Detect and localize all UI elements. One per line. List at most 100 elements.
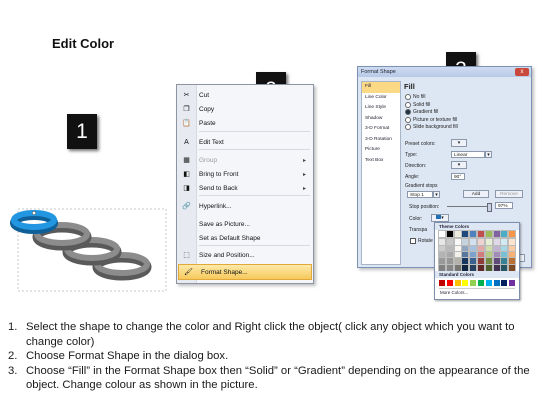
theme-color-swatch[interactable] [438,250,446,259]
slider-thumb[interactable] [487,203,492,212]
direction-button[interactable]: ▾ [451,161,467,169]
nav-item-line-color[interactable]: Line Color [362,93,400,104]
theme-color-swatch[interactable] [445,250,454,259]
theme-color-swatch[interactable] [492,230,501,238]
nav-item-line-style[interactable]: Line Style [362,103,400,114]
theme-color-swatch[interactable] [508,230,517,238]
theme-color-swatch[interactable] [453,250,462,259]
theme-color-swatch[interactable] [453,263,462,272]
radio-button[interactable] [405,116,411,123]
theme-color-swatch[interactable] [445,238,454,247]
theme-color-swatch[interactable] [484,263,493,272]
theme-color-swatch[interactable] [500,230,509,238]
theme-color-swatch[interactable] [477,263,485,272]
theme-color-swatch[interactable] [453,244,462,253]
selection-handle[interactable] [31,210,37,216]
rotate-checkbox[interactable] [410,238,416,244]
theme-color-swatch[interactable] [508,244,517,253]
remove-stop-button[interactable]: Remove [495,190,523,198]
theme-color-swatch[interactable] [438,263,446,272]
theme-color-swatch[interactable] [461,257,470,266]
nav-item-text-box[interactable]: Text Box [362,156,400,167]
rotate-checkbox-row[interactable]: Rotate [410,238,433,244]
theme-color-swatch[interactable] [453,257,462,266]
theme-color-swatch[interactable] [477,230,485,238]
standard-color-swatch[interactable] [439,280,445,286]
radio-button[interactable] [405,94,411,100]
radio-button[interactable] [405,124,411,130]
stop-chevron-icon[interactable]: ▾ [433,191,440,198]
theme-color-swatch[interactable] [461,230,470,238]
stop-position-slider[interactable] [447,206,489,207]
standard-color-swatch[interactable] [501,280,508,286]
menu-item-copy[interactable]: ❐ Copy [177,102,313,116]
standard-color-swatch[interactable] [446,280,453,286]
type-select[interactable]: Linear [451,151,485,158]
theme-color-swatch[interactable] [508,250,517,259]
menu-item-bring-to-front[interactable]: ◧ Bring to Front ▸ [177,167,313,181]
theme-color-swatch[interactable] [500,250,509,259]
theme-color-swatch[interactable] [484,238,493,247]
theme-color-swatch[interactable] [438,257,446,266]
theme-color-swatch[interactable] [477,257,485,266]
nav-item-3-d-rotation[interactable]: 3-D Rotation [362,135,400,146]
nav-item-fill[interactable]: Fill [362,82,400,93]
theme-color-swatch[interactable] [461,263,470,272]
angle-input[interactable]: 90° [451,173,465,180]
menu-item-edit-text[interactable]: A Edit Text [177,135,313,149]
more-colors-link[interactable]: More Colors... [440,290,468,295]
fill-option-solid-fill[interactable]: Solid fill [405,101,430,108]
theme-color-swatch[interactable] [492,263,501,272]
theme-color-swatch[interactable] [508,238,517,247]
theme-color-swatch[interactable] [492,238,501,247]
fill-option-no-fill[interactable]: No fill [405,94,426,100]
menu-item-cut[interactable]: ✂ Cut [177,88,313,102]
theme-color-swatch[interactable] [508,257,517,266]
fill-option-picture-or-texture-fill[interactable]: Picture or texture fill [405,116,457,123]
theme-color-swatch[interactable] [461,250,470,259]
menu-item-paste[interactable]: 📋 Paste [177,116,313,130]
menu-item-group[interactable]: ▦ Group ▸ [177,153,313,167]
nav-item-picture[interactable]: Picture [362,145,400,156]
theme-color-swatch[interactable] [453,238,462,247]
preset-colors-button[interactable]: ▾ [451,139,467,147]
theme-color-swatch[interactable] [508,263,517,272]
color-picker-button[interactable]: ▾ [431,214,449,222]
standard-color-swatch[interactable] [509,280,516,286]
theme-color-swatch[interactable] [492,257,501,266]
theme-color-swatch[interactable] [445,244,454,253]
theme-color-swatch[interactable] [469,238,478,247]
theme-color-swatch[interactable] [445,257,454,266]
theme-color-swatch[interactable] [484,250,493,259]
blue-ring-selected[interactable] [10,210,58,234]
theme-color-swatch[interactable] [461,238,470,247]
stop-select[interactable]: Stop 1 [407,191,433,198]
chevron-down-icon[interactable]: ▾ [485,151,492,158]
fill-option-gradient-fill[interactable]: Gradient fill [405,109,438,115]
theme-color-swatch[interactable] [500,263,509,272]
theme-color-swatch[interactable] [484,230,493,238]
fill-option-slide-background-fill[interactable]: Slide background fill [405,124,458,130]
theme-color-swatch[interactable] [492,244,501,253]
add-stop-button[interactable]: Add [463,190,489,198]
theme-color-swatch[interactable] [477,238,485,247]
theme-color-swatch[interactable] [438,238,446,247]
theme-color-swatch[interactable] [500,244,509,253]
theme-color-swatch[interactable] [484,257,493,266]
theme-color-swatch[interactable] [469,230,478,238]
theme-color-swatch[interactable] [500,238,509,247]
close-icon[interactable]: x [515,68,529,76]
theme-color-swatch[interactable] [445,263,454,272]
radio-button[interactable] [405,109,411,115]
menu-item-size-and-position[interactable]: ⬚ Size and Position... [177,248,313,262]
theme-color-swatch[interactable] [469,257,478,266]
theme-color-swatch[interactable] [469,250,478,259]
theme-color-swatch[interactable] [438,230,446,238]
nav-item-3-d-format[interactable]: 3-D Format [362,124,400,135]
menu-item-hyperlink[interactable]: 🔗 Hyperlink... [177,199,313,213]
theme-color-swatch[interactable] [461,244,470,253]
stop-position-input[interactable]: 97% [495,202,513,209]
menu-item-format-shape[interactable]: 🖌 Format Shape... [178,264,312,280]
nav-item-shadow[interactable]: Shadow [362,114,400,125]
menu-item-set-as-default-shape[interactable]: Set as Default Shape [177,231,313,245]
